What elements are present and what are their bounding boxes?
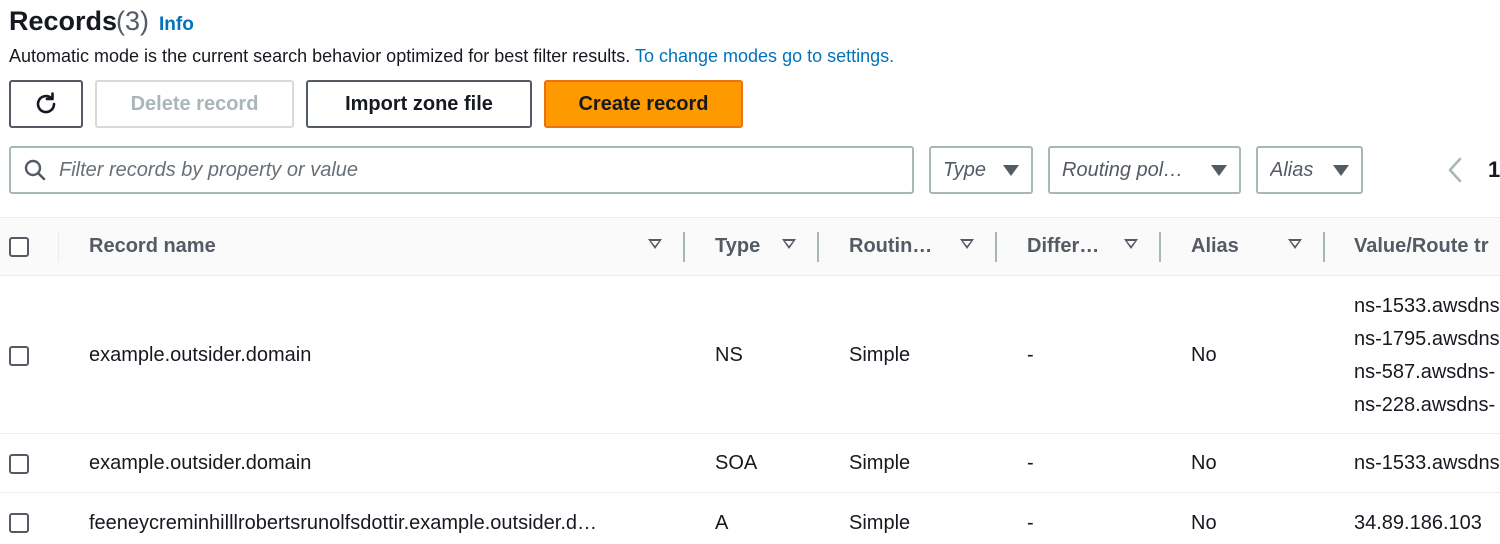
column-divider — [58, 232, 59, 262]
sort-icon[interactable] — [960, 239, 974, 249]
chevron-left-icon — [1448, 157, 1462, 183]
column-divider[interactable] — [995, 232, 997, 262]
import-zone-file-button[interactable]: Import zone file — [306, 80, 532, 128]
route-values: ns-1533.awsdns ns-1795.awsdns ns-587.aws… — [1354, 290, 1500, 422]
route-value: ns-587.awsdns- — [1354, 361, 1496, 383]
routing-policy: Simple — [849, 344, 911, 366]
sort-icon[interactable] — [1288, 239, 1302, 249]
row-checkbox[interactable] — [9, 454, 29, 474]
differentiator: - — [1027, 512, 1034, 534]
column-divider[interactable] — [1159, 232, 1161, 262]
column-header-value[interactable]: Value/Route tr — [1354, 218, 1488, 275]
record-name: example.outsider.domain — [89, 452, 312, 474]
refresh-button[interactable] — [9, 80, 83, 128]
record-type: A — [715, 512, 729, 534]
caret-down-icon — [1211, 164, 1227, 176]
column-header-record-name[interactable]: Record name — [89, 218, 216, 275]
column-divider[interactable] — [817, 232, 819, 262]
previous-page-button[interactable] — [1441, 152, 1469, 188]
caret-down-icon — [1333, 164, 1349, 176]
search-icon — [11, 148, 59, 192]
select-all-checkbox[interactable] — [9, 237, 29, 257]
record-type: SOA — [715, 452, 758, 474]
routing-policy: Simple — [849, 452, 911, 474]
routing-filter-label: Routing pol… — [1062, 158, 1184, 181]
route-value: 34.89.186.103 — [1354, 512, 1482, 534]
alias-filter-label: Alias — [1270, 158, 1314, 181]
delete-record-button[interactable]: Delete record — [95, 80, 294, 128]
alias-value: No — [1191, 344, 1217, 366]
type-filter-select[interactable]: Type — [929, 146, 1033, 194]
record-type: NS — [715, 344, 743, 366]
route-value: ns-1533.awsdns — [1354, 295, 1500, 317]
table-row[interactable]: example.outsider.domain NS Simple - No n… — [0, 276, 1500, 434]
current-page-number[interactable]: 1 — [1488, 157, 1500, 183]
column-divider[interactable] — [683, 232, 685, 262]
record-count: (3) — [116, 6, 149, 36]
record-name: feeneycreminhilllrobertsrunolfsdottir.ex… — [89, 512, 598, 534]
route-value: ns-228.awsdns- — [1354, 394, 1496, 416]
alias-value: No — [1191, 512, 1217, 534]
sort-icon[interactable] — [1124, 239, 1138, 249]
description-text: Automatic mode is the current search beh… — [9, 46, 631, 66]
column-header-type[interactable]: Type — [715, 218, 760, 275]
row-checkbox[interactable] — [9, 513, 29, 533]
route-value: ns-1795.awsdns — [1354, 328, 1500, 350]
sort-icon[interactable] — [648, 239, 662, 249]
filter-input[interactable] — [59, 150, 879, 190]
route-value: ns-1533.awsdns — [1354, 452, 1500, 474]
column-divider[interactable] — [1323, 232, 1325, 262]
caret-down-icon — [1003, 164, 1019, 176]
record-name: example.outsider.domain — [89, 344, 312, 366]
page-title: Records — [9, 6, 118, 36]
table-row[interactable]: example.outsider.domain SOA Simple - No … — [0, 434, 1500, 493]
search-mode-description: Automatic mode is the current search beh… — [9, 46, 894, 67]
differentiator: - — [1027, 452, 1034, 474]
column-header-routing[interactable]: Routin… — [849, 218, 932, 275]
alias-value: No — [1191, 452, 1217, 474]
row-checkbox[interactable] — [9, 346, 29, 366]
alias-filter-select[interactable]: Alias — [1256, 146, 1363, 194]
settings-link[interactable]: To change modes go to settings. — [635, 46, 894, 66]
routing-policy: Simple — [849, 512, 911, 534]
column-header-differentiator[interactable]: Differ… — [1027, 218, 1099, 275]
type-filter-label: Type — [943, 158, 986, 181]
create-record-button[interactable]: Create record — [544, 80, 743, 128]
column-header-alias[interactable]: Alias — [1191, 218, 1239, 275]
filter-search-box — [9, 146, 914, 194]
table-row[interactable]: feeneycreminhilllrobertsrunolfsdottir.ex… — [0, 493, 1500, 544]
sort-icon[interactable] — [782, 239, 796, 249]
differentiator: - — [1027, 344, 1034, 366]
table-header: Record name Type Routin… Differ… Alias V… — [0, 217, 1500, 276]
info-link[interactable]: Info — [159, 14, 194, 36]
refresh-icon — [36, 92, 56, 114]
routing-policy-filter-select[interactable]: Routing pol… — [1048, 146, 1241, 194]
